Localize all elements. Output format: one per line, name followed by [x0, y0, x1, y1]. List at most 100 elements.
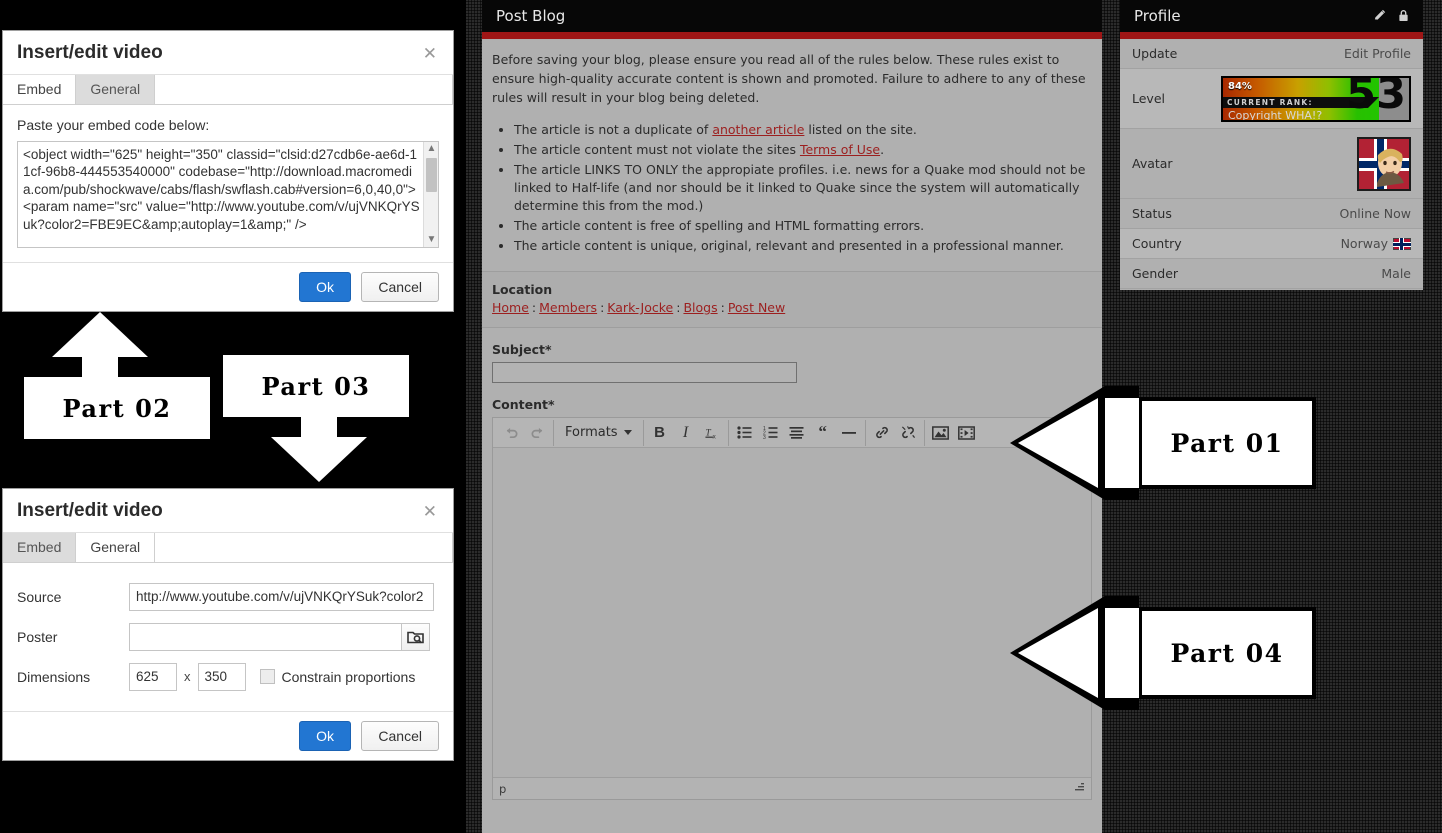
post-blog-header: Post Blog: [482, 0, 1102, 39]
row-key: Status: [1132, 206, 1172, 221]
height-input[interactable]: [197, 662, 246, 691]
unlink-icon[interactable]: [895, 421, 921, 445]
profile-panel: Profile Update Edit Profile Level 84% CU…: [1120, 0, 1423, 290]
rule-text-pre: The article content must not violate the…: [514, 142, 800, 157]
dimensions-label: Dimensions: [17, 668, 91, 685]
list-item: The article content is free of spelling …: [514, 217, 1102, 235]
tab-embed[interactable]: Embed: [3, 532, 77, 562]
svg-text:3: 3: [763, 435, 766, 439]
breadcrumb-blogs[interactable]: Blogs: [683, 300, 717, 315]
browse-folder-icon[interactable]: [401, 622, 430, 651]
edit-profile-link[interactable]: Edit Profile: [1344, 46, 1411, 61]
avatar-image: [1357, 136, 1411, 191]
blockquote-icon[interactable]: “: [810, 421, 836, 445]
breadcrumb-home[interactable]: Home: [492, 300, 529, 315]
editor-content-area[interactable]: [493, 448, 1091, 777]
ok-button[interactable]: Ok: [299, 720, 351, 751]
subject-input[interactable]: [492, 362, 797, 383]
tab-general[interactable]: General: [76, 532, 156, 562]
horizontal-rule-icon[interactable]: [836, 421, 862, 445]
scroll-up-icon[interactable]: ▲: [424, 142, 439, 156]
toolbar-group-formats: Formats: [554, 419, 644, 446]
undo-icon[interactable]: [498, 421, 524, 445]
annotation-label-part-02: Part 02: [24, 377, 210, 439]
another-article-link[interactable]: another article: [712, 122, 804, 137]
embed-code-textarea[interactable]: <object width="625" height="350" classid…: [17, 140, 439, 248]
breadcrumb-post-new[interactable]: Post New: [728, 300, 785, 315]
element-path[interactable]: p: [499, 782, 506, 796]
poster-label: Poster: [17, 628, 58, 645]
level-percent: 84%: [1228, 80, 1252, 92]
subject-label: Subject*: [492, 342, 552, 357]
dialog-tabs: Embed General: [3, 74, 453, 105]
formats-label: Formats: [565, 425, 618, 440]
resize-grip-icon[interactable]: [1074, 782, 1085, 796]
tab-general[interactable]: General: [76, 74, 156, 104]
lock-icon[interactable]: [1398, 8, 1409, 26]
header-accent-bar: [482, 32, 1102, 39]
profile-header: Profile: [1120, 0, 1423, 39]
chevron-down-icon: [623, 430, 632, 435]
align-icon[interactable]: [784, 421, 810, 445]
numbered-list-icon[interactable]: 123: [758, 421, 784, 445]
image-icon[interactable]: [928, 421, 954, 445]
formats-dropdown[interactable]: Formats: [557, 421, 640, 445]
profile-row-status: Status Online Now: [1120, 199, 1423, 229]
toolbar-group-media: [925, 420, 983, 446]
close-icon[interactable]: ✕: [419, 43, 441, 64]
scroll-down-icon[interactable]: ▼: [424, 233, 439, 247]
breadcrumb-members[interactable]: Members: [539, 300, 597, 315]
bullet-list-icon[interactable]: [732, 421, 758, 445]
profile-row-level: Level 84% CURRENT RANK: Copyright WHA!? …: [1120, 69, 1423, 129]
editor-toolbar: Formats B I Tx 123 “: [493, 418, 1091, 448]
close-icon[interactable]: ✕: [419, 501, 441, 522]
tab-filler: [155, 532, 453, 562]
poster-input[interactable]: [129, 622, 401, 651]
country-name: Norway: [1340, 236, 1388, 251]
profile-rows: Update Edit Profile Level 84% CURRENT RA…: [1120, 32, 1423, 289]
profile-row-country: Country Norway: [1120, 229, 1423, 259]
tab-embed[interactable]: Embed: [3, 74, 77, 104]
rule-text-post: listed on the site.: [804, 122, 917, 137]
content-field-block: Content*: [482, 383, 1102, 412]
scrollbar-thumb[interactable]: [426, 157, 437, 192]
source-label: Source: [17, 588, 62, 605]
arrow-left-icon: [1010, 596, 1105, 710]
rank-name: Copyright WHA!?: [1228, 108, 1323, 122]
ok-button[interactable]: Ok: [299, 271, 351, 302]
arrow-left-stem: [1105, 596, 1139, 710]
remove-format-icon[interactable]: Tx: [699, 421, 725, 445]
rules-list: The article is not a duplicate of anothe…: [482, 121, 1102, 255]
avatar[interactable]: [1357, 136, 1411, 191]
textarea-scrollbar[interactable]: ▲ ▼: [423, 141, 439, 247]
constrain-proportions-checkbox[interactable]: [259, 669, 275, 685]
breadcrumb-kark-jocke[interactable]: Kark-Jocke: [607, 300, 673, 315]
source-input[interactable]: [129, 582, 434, 611]
profile-row-gender: Gender Male: [1120, 259, 1423, 289]
tab-filler: [155, 74, 453, 104]
dialog-footer: Ok Cancel: [3, 710, 453, 760]
row-key: Update: [1132, 46, 1178, 61]
bold-icon[interactable]: B: [647, 421, 673, 445]
redo-icon[interactable]: [524, 421, 550, 445]
terms-of-use-link[interactable]: Terms of Use: [800, 142, 880, 157]
italic-icon[interactable]: I: [673, 421, 699, 445]
dialog-title: Insert/edit video: [17, 500, 163, 521]
edit-pencil-icon[interactable]: [1373, 8, 1386, 26]
arrow-down-icon: [271, 437, 367, 482]
media-icon[interactable]: [954, 421, 980, 445]
current-rank-label: CURRENT RANK:: [1227, 97, 1313, 107]
dialog-header: Insert/edit video ✕: [3, 489, 453, 533]
link-icon[interactable]: [869, 421, 895, 445]
breadcrumb-sep: :: [531, 300, 537, 315]
cancel-button[interactable]: Cancel: [361, 720, 439, 751]
annotation-label-part-01: Part 01: [1138, 397, 1316, 489]
embed-textarea-wrapper: <object width="625" height="350" classid…: [17, 140, 439, 248]
list-item: The article content is unique, original,…: [514, 237, 1102, 255]
row-key: Country: [1132, 236, 1182, 251]
arrow-up-icon: [52, 312, 148, 357]
cancel-button[interactable]: Cancel: [361, 271, 439, 302]
width-input[interactable]: [129, 662, 177, 691]
annotation-label-part-04: Part 04: [1138, 607, 1316, 699]
country-value: Norway: [1341, 236, 1411, 251]
